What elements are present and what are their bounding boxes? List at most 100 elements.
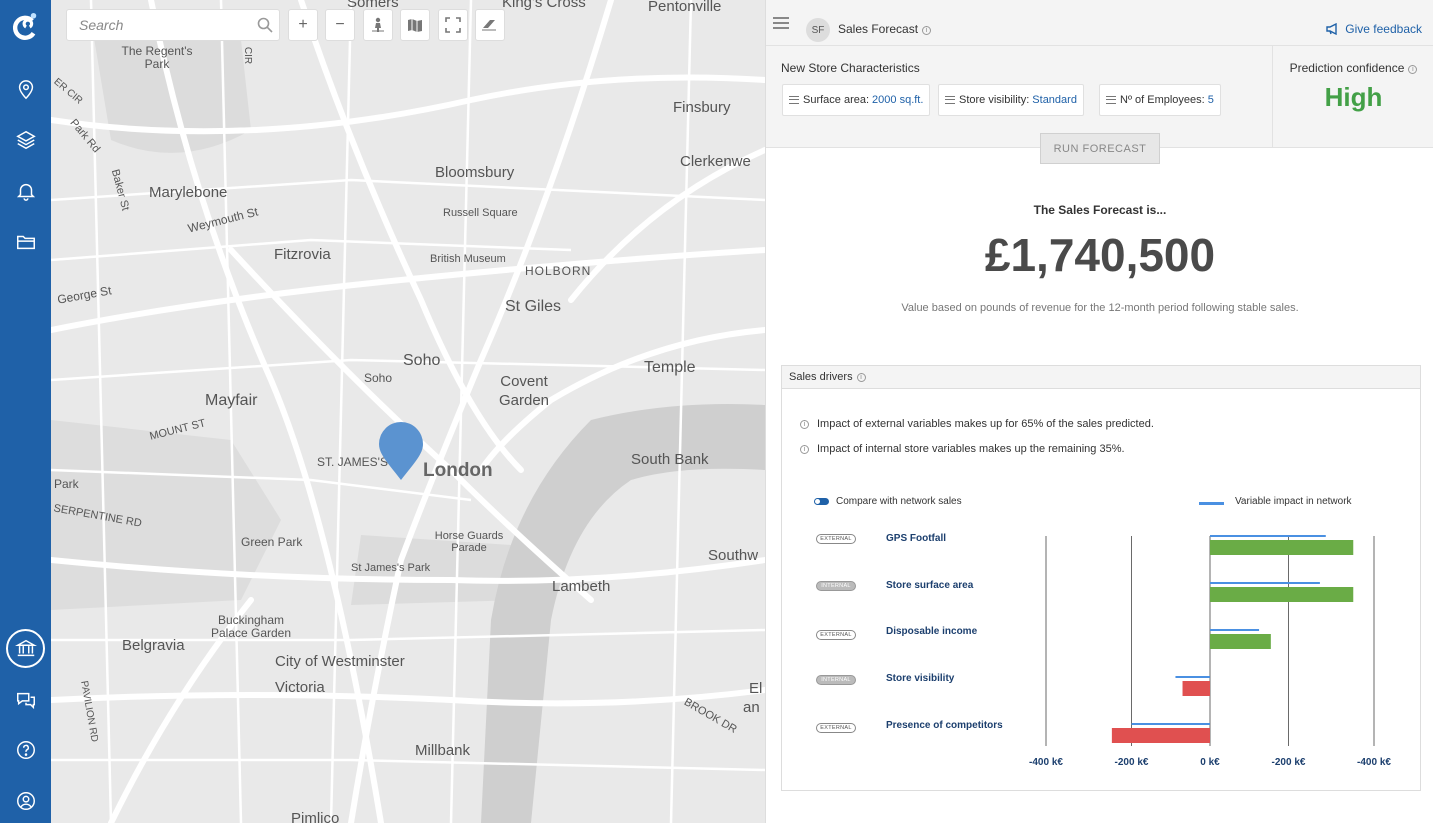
run-forecast-button[interactable]: RUN FORECAST [1040,133,1160,164]
map-label: Park [54,477,79,491]
employees-chip[interactable]: Nº of Employees: 5 [1099,84,1221,116]
confidence-label: Prediction confidence [1289,61,1405,75]
chip-label: Nº of Employees: [1120,94,1205,106]
map-label: London [423,460,493,481]
map-label: Southw [708,547,759,564]
chip-value: Standard [1032,94,1077,106]
map-label: El [749,680,763,697]
map-label: Victoria [275,679,325,696]
confidence-value: High [1324,82,1383,112]
surface-area-chip[interactable]: Surface area: 2000 sq.ft. [782,84,931,116]
store-visibility-chip[interactable]: Store visibility: Standard [938,84,1084,116]
chip-value: 2000 sq.ft. [872,94,924,106]
sales-forecast-panel: SF Sales Forecast i Give feedback New Sto… [765,0,1433,823]
map-icon [408,19,422,32]
avatar: SF [806,18,830,42]
x-tick-label: -400 k€ [1029,757,1063,768]
x-tick-label: -200 k€ [1115,757,1149,768]
left-nav [0,0,51,823]
minus-icon: − [335,16,345,33]
map-label: Temple [644,359,696,376]
logo-icon[interactable] [0,5,51,49]
chat-icon[interactable] [0,680,51,720]
chip-label: Surface area: [803,94,870,106]
location-pin[interactable] [377,420,425,482]
map-label: Mayfair [205,392,258,409]
megaphone-icon [1326,23,1337,35]
map-label: King's Cross [502,0,586,11]
map-label: Clerkenwe [680,153,751,170]
driver-bar [1210,587,1354,602]
map-type-button[interactable] [400,9,430,41]
layers-icon[interactable] [0,120,51,160]
search-icon[interactable] [257,17,273,33]
map-label: Buckingham Palace Garden [210,613,292,640]
sliders-icon [1106,96,1116,104]
characteristics-title: New Store Characteristics [781,61,920,75]
map-label: CIR [242,46,254,65]
map-label: Finsbury [673,99,731,116]
forecast-note: Value based on pounds of revenue for the… [901,302,1299,314]
sales-drivers-card: Sales drivers i i Impact of external varia… [781,365,1421,791]
folder-icon[interactable] [0,222,51,262]
fullscreen-icon [445,17,461,33]
map-label: Green Park [241,535,303,549]
fullscreen-button[interactable] [438,9,468,41]
search-input[interactable] [79,17,249,33]
map-label: South Bank [631,451,709,468]
map-label: Russell Square [443,207,518,219]
forecast-label: The Sales Forecast is... [1033,203,1167,217]
eraser-icon [482,20,496,31]
map-label: HOLBORN [525,264,592,278]
info-icon[interactable]: i [922,26,932,35]
driver-bar [1111,728,1210,743]
bank-icon[interactable] [0,628,51,668]
map-view[interactable]: Somers King's Cross Pentonville The Rege… [51,0,765,823]
bell-icon[interactable] [0,171,51,211]
x-tick-label: -200 k€ [1272,757,1306,768]
sales-drivers-chart: -400 k€ -200 k€ 0 k€ -200 k€ -400 k€ [1029,535,1391,768]
x-tick-label: 0 k€ [1200,757,1220,768]
map-label: City of Westminster [275,653,405,670]
map-label: Bloomsbury [435,164,515,181]
x-tick-label: -400 k€ [1357,757,1391,768]
street-view-button[interactable] [363,9,393,41]
panel-header: SF Sales Forecast i Give feedback [766,0,1433,46]
app-root: Somers King's Cross Pentonville The Rege… [0,0,1433,823]
map-label: Millbank [415,742,471,759]
sliders-icon [945,96,955,104]
give-feedback-label: Give feedback [1345,22,1422,36]
store-characteristics: New Store Characteristics Surface area: 2… [766,46,1272,148]
map-label: St James's Park [351,562,431,574]
map-roads [51,0,765,823]
zoom-out-button[interactable]: − [325,9,355,41]
map-label: Soho [364,371,393,385]
map-label: Marylebone [149,184,228,201]
map-label: Fitzrovia [274,246,331,263]
location-pin-icon[interactable] [0,70,51,110]
person-icon [372,17,384,32]
panel-title: Sales Forecast [838,22,919,36]
map-search-box[interactable] [66,9,280,41]
driver-bar [1182,681,1210,696]
map-label: Pentonville [648,0,722,15]
map-label: Horse Guards Parade [434,530,504,554]
map-label: St Giles [505,298,562,315]
eraser-button[interactable] [475,9,505,41]
help-icon[interactable] [0,730,51,770]
map-label: Pimlico [291,810,340,823]
hamburger-menu-icon[interactable] [773,17,789,29]
panel-title-wrap: Sales Forecast i [838,22,932,36]
chip-label: Store visibility: [959,94,1030,106]
forecast-value: £1,740,500 [984,229,1216,281]
driver-bar [1210,540,1354,555]
map-label: an [743,699,760,716]
map-label: Soho [403,352,441,369]
give-feedback-link[interactable]: Give feedback [1326,22,1422,36]
map-label: The Regent's Park [121,44,193,71]
zoom-in-button[interactable]: + [288,9,318,41]
map-label: Belgravia [122,637,185,654]
user-icon[interactable] [0,781,51,821]
plus-icon: + [298,16,308,33]
info-icon[interactable]: i [1408,65,1418,74]
